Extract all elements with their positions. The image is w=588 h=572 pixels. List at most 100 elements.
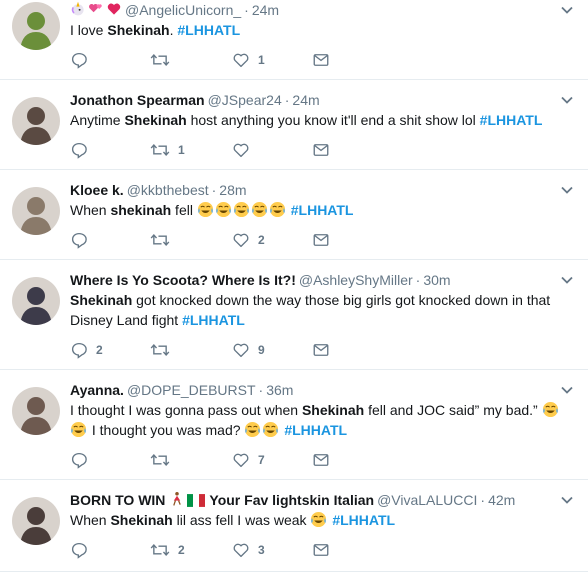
- avatar[interactable]: [12, 2, 60, 50]
- highlighted-term: Shekinah: [301, 402, 365, 418]
- tweet-header: BORN TO WIN Your Fav lightskin Italian @Vi…: [70, 490, 548, 510]
- tweet-actions: 29: [70, 340, 370, 360]
- retweet-button[interactable]: [150, 450, 178, 470]
- user-handle[interactable]: @AshleyShyMiller: [299, 272, 413, 288]
- hashtag-link[interactable]: #LHHATL: [291, 202, 354, 218]
- like-count: 2: [258, 233, 265, 247]
- reply-icon: [70, 341, 88, 359]
- avatar[interactable]: [12, 97, 60, 145]
- reply-button[interactable]: [70, 140, 96, 160]
- text-segment: got knocked down the way those big girls…: [70, 292, 551, 328]
- envelope-icon: [312, 51, 330, 69]
- user-handle[interactable]: @DOPE_DEBURST: [127, 382, 256, 398]
- chevron-down-icon[interactable]: [560, 3, 574, 17]
- direct-message-button[interactable]: [312, 50, 330, 70]
- like-button[interactable]: 3: [232, 540, 265, 560]
- highlighted-term: Shekinah: [107, 22, 170, 38]
- reply-button[interactable]: [70, 540, 96, 560]
- like-button[interactable]: 7: [232, 450, 265, 470]
- like-button[interactable]: 1: [232, 50, 265, 70]
- hashtag-link[interactable]: #LHHATL: [177, 22, 240, 38]
- display-name[interactable]: BORN TO WIN: [70, 492, 165, 508]
- chevron-down-icon[interactable]: [560, 273, 574, 287]
- tweet-text: When Shekinah lil ass fell I was weak #L…: [70, 510, 570, 530]
- like-button[interactable]: [232, 140, 258, 160]
- timestamp[interactable]: 30m: [423, 272, 450, 288]
- direct-message-button[interactable]: [312, 340, 330, 360]
- avatar[interactable]: [12, 497, 60, 545]
- user-handle[interactable]: @AngelicUnicorn_: [125, 2, 241, 18]
- tweet[interactable]: BORN TO WIN Your Fav lightskin Italian @Vi…: [0, 480, 588, 572]
- tweet[interactable]: Ayanna. @DOPE_DEBURST · 36m I thought I was …: [0, 370, 588, 480]
- timestamp[interactable]: 28m: [219, 182, 246, 198]
- face-with-tears-of-joy-emoji: [197, 201, 214, 218]
- reply-button[interactable]: [70, 450, 96, 470]
- hashtag-link[interactable]: #LHHATL: [182, 312, 245, 328]
- reply-button[interactable]: 2: [70, 340, 103, 360]
- display-name-suffix[interactable]: Your Fav lightskin Italian: [209, 492, 374, 508]
- hashtag-link[interactable]: #LHHATL: [284, 422, 347, 438]
- chevron-down-icon[interactable]: [560, 93, 574, 107]
- reply-button[interactable]: [70, 50, 96, 70]
- retweet-count: 1: [178, 143, 185, 157]
- user-handle[interactable]: @kkbthebest: [127, 182, 209, 198]
- avatar[interactable]: [12, 387, 60, 435]
- timeline-feed: @AngelicUnicorn_ · 24m I love Shekinah. #LH…: [0, 0, 588, 572]
- user-handle[interactable]: @VivaLALUCCI: [377, 492, 477, 508]
- user-handle[interactable]: @JSpear24: [208, 92, 282, 108]
- retweet-button[interactable]: [150, 230, 178, 250]
- like-button[interactable]: 2: [232, 230, 265, 250]
- tweet-actions: 1: [70, 50, 370, 70]
- chevron-down-icon[interactable]: [560, 183, 574, 197]
- text-segment: I thought you was mad?: [88, 422, 245, 438]
- timestamp[interactable]: 42m: [488, 492, 515, 508]
- reply-button[interactable]: [70, 230, 96, 250]
- tweet[interactable]: Jonathon Spearman @JSpear24 · 24m Anytime Sh…: [0, 80, 588, 170]
- direct-message-button[interactable]: [312, 140, 330, 160]
- retweet-count: 2: [178, 543, 185, 557]
- tweet[interactable]: Kloee k. @kkbthebest · 28m When shekinah fel…: [0, 170, 588, 260]
- timestamp[interactable]: 36m: [266, 382, 293, 398]
- chevron-down-icon[interactable]: [560, 383, 574, 397]
- envelope-icon: [312, 231, 330, 249]
- like-button[interactable]: 9: [232, 340, 265, 360]
- envelope-icon: [312, 141, 330, 159]
- reply-icon: [70, 451, 88, 469]
- unicorn-emoji: [70, 1, 86, 20]
- retweet-button[interactable]: 1: [150, 140, 185, 160]
- separator-dot: ·: [258, 382, 264, 398]
- display-name-emoji[interactable]: [70, 1, 122, 20]
- retweet-icon: [150, 141, 170, 159]
- tweet-text: Shekinah got knocked down the way those …: [70, 290, 570, 330]
- face-with-tears-of-joy-emoji: [244, 421, 261, 438]
- tweet-text: I love Shekinah. #LHHATL: [70, 20, 570, 40]
- highlighted-term: Shekinah: [70, 292, 133, 308]
- avatar[interactable]: [12, 277, 60, 325]
- display-name[interactable]: Where Is Yo Scoota? Where Is It?!: [70, 272, 296, 288]
- display-name[interactable]: Kloee k.: [70, 182, 124, 198]
- timestamp[interactable]: 24m: [292, 92, 319, 108]
- retweet-button[interactable]: [150, 50, 178, 70]
- face-with-tears-of-joy-emoji: [251, 201, 268, 218]
- heart-outline-icon: [232, 341, 250, 359]
- heart-outline-icon: [232, 231, 250, 249]
- heart-outline-icon: [232, 451, 250, 469]
- envelope-icon: [312, 341, 330, 359]
- direct-message-button[interactable]: [312, 450, 330, 470]
- avatar[interactable]: [12, 187, 60, 235]
- timestamp[interactable]: 24m: [252, 2, 279, 18]
- direct-message-button[interactable]: [312, 540, 330, 560]
- chevron-down-icon[interactable]: [560, 493, 574, 507]
- heart-outline-icon: [232, 51, 250, 69]
- retweet-button[interactable]: 2: [150, 540, 185, 560]
- hashtag-link[interactable]: #LHHATL: [480, 112, 543, 128]
- display-name[interactable]: Jonathon Spearman: [70, 92, 205, 108]
- display-name[interactable]: Ayanna.: [70, 382, 124, 398]
- face-with-tears-of-joy-emoji: [262, 421, 279, 438]
- tweet[interactable]: @AngelicUnicorn_ · 24m I love Shekinah. #LH…: [0, 0, 588, 80]
- retweet-icon: [150, 231, 170, 249]
- retweet-button[interactable]: [150, 340, 178, 360]
- tweet[interactable]: Where Is Yo Scoota? Where Is It?! @Ashley…: [0, 260, 588, 370]
- direct-message-button[interactable]: [312, 230, 330, 250]
- hashtag-link[interactable]: #LHHATL: [332, 512, 395, 528]
